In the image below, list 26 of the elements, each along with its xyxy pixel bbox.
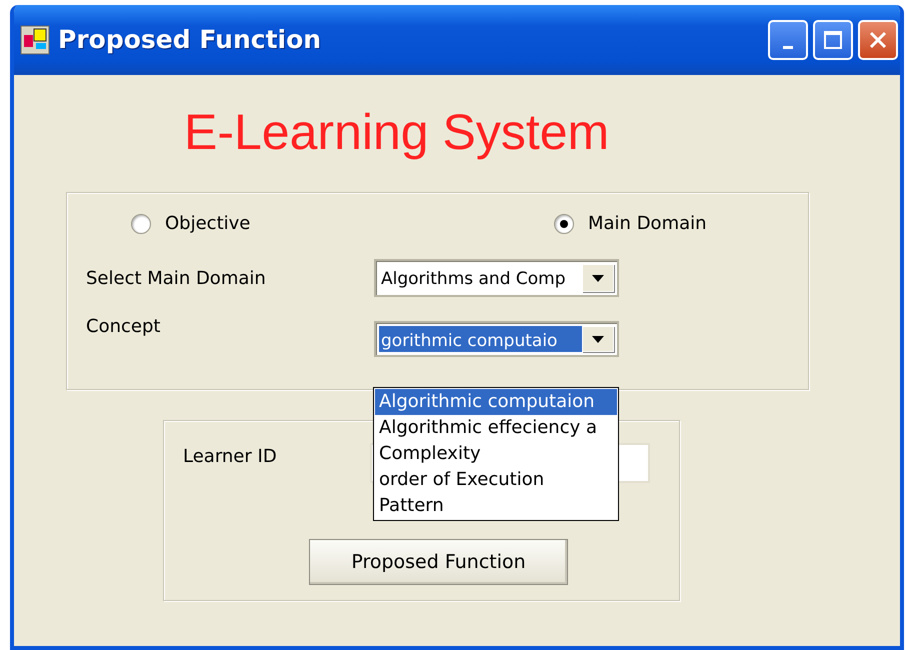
radio-label[interactable]: Main Domain (588, 210, 707, 237)
app-icon (20, 25, 50, 55)
maximize-icon (823, 30, 843, 50)
close-button[interactable] (858, 20, 898, 60)
list-option[interactable]: Pattern (375, 493, 617, 519)
concept-dropdown[interactable]: gorithmic computaio (374, 321, 619, 357)
radio-label[interactable]: Objective (165, 210, 250, 237)
radio-button[interactable] (554, 214, 574, 234)
list-option[interactable]: Complexity (375, 441, 617, 467)
field-label: Learner ID (183, 445, 278, 469)
close-icon (868, 30, 888, 50)
minimize-icon (783, 46, 793, 48)
field-label: Concept (86, 315, 162, 339)
proposed-function-button[interactable]: Proposed Function (309, 539, 568, 585)
minimize-button[interactable] (768, 20, 808, 60)
main-domain-dropdown[interactable]: Algorithms and Comp (374, 259, 619, 297)
window-title: Proposed Function (58, 24, 322, 56)
list-option[interactable]: order of Execution (375, 467, 617, 493)
list-option[interactable]: Algorithmic effeciency a (375, 415, 617, 441)
list-option[interactable]: Algorithmic computaion (375, 389, 617, 415)
radio-button[interactable] (131, 214, 151, 234)
caret-icon (592, 336, 604, 342)
app-heading: E-Learning System (184, 105, 610, 160)
field-label: Select Main Domain (86, 266, 267, 290)
caret-icon (592, 274, 604, 282)
maximize-button[interactable] (813, 20, 853, 60)
